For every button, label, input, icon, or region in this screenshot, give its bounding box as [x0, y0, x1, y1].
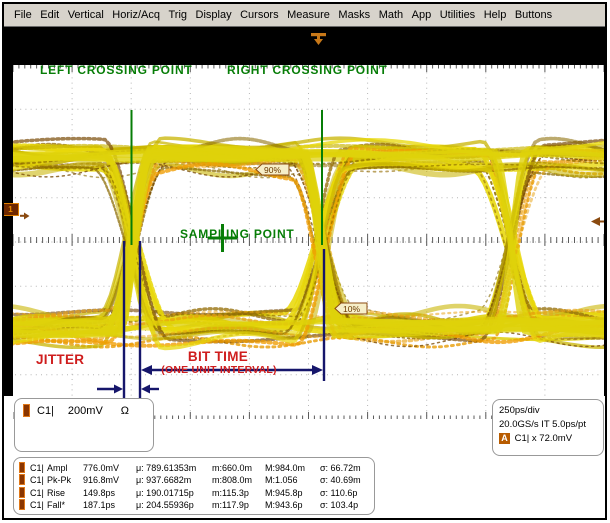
- measurement-mean: μ: 789.61353m: [136, 462, 212, 474]
- jitter-arrow-left: [97, 385, 123, 394]
- measurement-sigma: σ: 103.4p: [320, 499, 366, 511]
- measurement-row-pkpk: C1|Pk-Pk916.8mVμ: 937.6682mm:808.0mM:1.0…: [19, 474, 369, 486]
- measurement-name: Pk-Pk: [47, 474, 83, 486]
- svg-text:10%: 10%: [343, 304, 360, 314]
- measurement-readout-panel: C1|Ampl776.0mVμ: 789.61353mm:660.0mM:984…: [13, 457, 375, 515]
- measurement-value: 776.0mV: [83, 462, 136, 474]
- measurement-value: 916.8mV: [83, 474, 136, 486]
- trigger-level-value: x 72.0mV: [532, 433, 572, 444]
- measurement-marker: [19, 499, 30, 511]
- timebase-trigger-readout-panel[interactable]: 250ps/div 20.0GS/s IT 5.0ps/pt A C1| x 7…: [492, 399, 604, 456]
- channel-1-color-icon: [19, 474, 25, 485]
- measurement-mean: μ: 937.6682m: [136, 474, 212, 486]
- jitter-label: JITTER: [36, 352, 84, 367]
- measurement-row-rise: C1|Rise149.8psμ: 190.01715pm:115.3pM:945…: [19, 487, 369, 499]
- menu-item-horiz-acq[interactable]: Horiz/Acq: [112, 9, 160, 21]
- menu-bar: File Edit Vertical Horiz/Acq Trig Display Curs…: [4, 4, 605, 27]
- vertical-scale-value: 200mV: [68, 405, 103, 417]
- menu-item-math[interactable]: Math: [379, 9, 403, 21]
- measurement-max: M:1.056: [265, 474, 320, 486]
- measurement-sigma: σ: 66.72m: [320, 462, 366, 474]
- menu-item-display[interactable]: Display: [196, 9, 232, 21]
- menu-item-trig[interactable]: Trig: [168, 9, 187, 21]
- measurement-min: m:660.0m: [212, 462, 265, 474]
- timebase-value: 250ps/div: [499, 404, 597, 418]
- scope-display: 90% 10%: [4, 27, 605, 396]
- measurement-min: m:115.3p: [212, 487, 265, 499]
- menu-item-file[interactable]: File: [14, 9, 32, 21]
- sampling-point-label: SAMPLING POINT: [180, 227, 295, 241]
- measurement-max: M:943.6p: [265, 499, 320, 511]
- measurement-channel: C1|: [30, 462, 47, 474]
- ref-level-90-flag: 90%: [256, 164, 289, 175]
- menu-item-cursors[interactable]: Cursors: [240, 9, 279, 21]
- measurement-channel: C1|: [30, 499, 47, 511]
- measurement-marker: [19, 462, 30, 474]
- measurement-sigma: σ: 110.6p: [320, 487, 366, 499]
- channel-1-color-icon: [19, 487, 25, 498]
- measurement-marker: [19, 474, 30, 486]
- channel-1-color-icon: [19, 499, 25, 510]
- menu-item-buttons[interactable]: Buttons: [515, 9, 552, 21]
- menu-item-app[interactable]: App: [412, 9, 432, 21]
- measurement-value: 187.1ps: [83, 499, 136, 511]
- channel-reference-arrow-icon: [20, 207, 30, 225]
- measurement-name: Fall*: [47, 499, 83, 511]
- measurement-sigma: σ: 40.69m: [320, 474, 366, 486]
- measurement-marker: [19, 487, 30, 499]
- measurement-min: m:808.0m: [212, 474, 265, 486]
- coupling-impedance-value: Ω: [121, 405, 129, 417]
- right-crossing-label: RIGHT CROSSING POINT: [227, 63, 388, 77]
- graticule: 90% 10%: [13, 65, 604, 419]
- channel-1-color-icon: [19, 462, 25, 473]
- jitter-arrow-right: [141, 385, 159, 394]
- measurement-mean: μ: 204.55936p: [136, 499, 212, 511]
- menu-item-masks[interactable]: Masks: [338, 9, 370, 21]
- annotation-overlay: 90% 10%: [13, 65, 604, 419]
- left-crossing-label: LEFT CROSSING POINT: [40, 63, 193, 77]
- channel-1-color-icon: [23, 404, 30, 417]
- measurement-mean: μ: 190.01715p: [136, 487, 212, 499]
- channel-1-reference-marker[interactable]: 1: [2, 203, 19, 216]
- bit-time-label: BIT TIME: [153, 349, 283, 364]
- measurement-row-ampl: C1|Ampl776.0mVμ: 789.61353mm:660.0mM:984…: [19, 462, 369, 474]
- ref-level-10-flag: 10%: [335, 303, 367, 314]
- measurement-value: 149.8ps: [83, 487, 136, 499]
- svg-text:90%: 90%: [264, 165, 281, 175]
- trigger-level-arrow[interactable]: [591, 217, 604, 226]
- menu-item-edit[interactable]: Edit: [40, 9, 59, 21]
- bit-time-sublabel: (ONE UNIT INTERVAL): [133, 364, 305, 376]
- measurement-max: M:945.8p: [265, 487, 320, 499]
- measurement-channel: C1|: [30, 474, 47, 486]
- channel-label: C1|: [37, 405, 54, 417]
- measurement-channel: C1|: [30, 487, 47, 499]
- trigger-position-marker[interactable]: [310, 33, 327, 46]
- trigger-type-badge: A: [499, 433, 510, 444]
- menu-item-utilities[interactable]: Utilities: [440, 9, 475, 21]
- sample-rate-value: 20.0GS/s IT 5.0ps/pt: [499, 418, 597, 432]
- menu-item-measure[interactable]: Measure: [287, 9, 330, 21]
- measurement-name: Ampl: [47, 462, 83, 474]
- oscilloscope-window: File Edit Vertical Horiz/Acq Trig Display Curs…: [0, 0, 610, 523]
- measurement-max: M:984.0m: [265, 462, 320, 474]
- jitter-marker-lines: [124, 241, 140, 417]
- channel-vertical-readout-panel[interactable]: C1| 200mV Ω: [14, 398, 154, 452]
- measurement-row-fall: C1|Fall*187.1psμ: 204.55936pm:117.9pM:94…: [19, 499, 369, 511]
- measurement-min: m:117.9p: [212, 499, 265, 511]
- menu-item-vertical[interactable]: Vertical: [68, 9, 104, 21]
- measurement-name: Rise: [47, 487, 83, 499]
- menu-item-help[interactable]: Help: [484, 9, 507, 21]
- trigger-source-label: C1|: [515, 433, 530, 444]
